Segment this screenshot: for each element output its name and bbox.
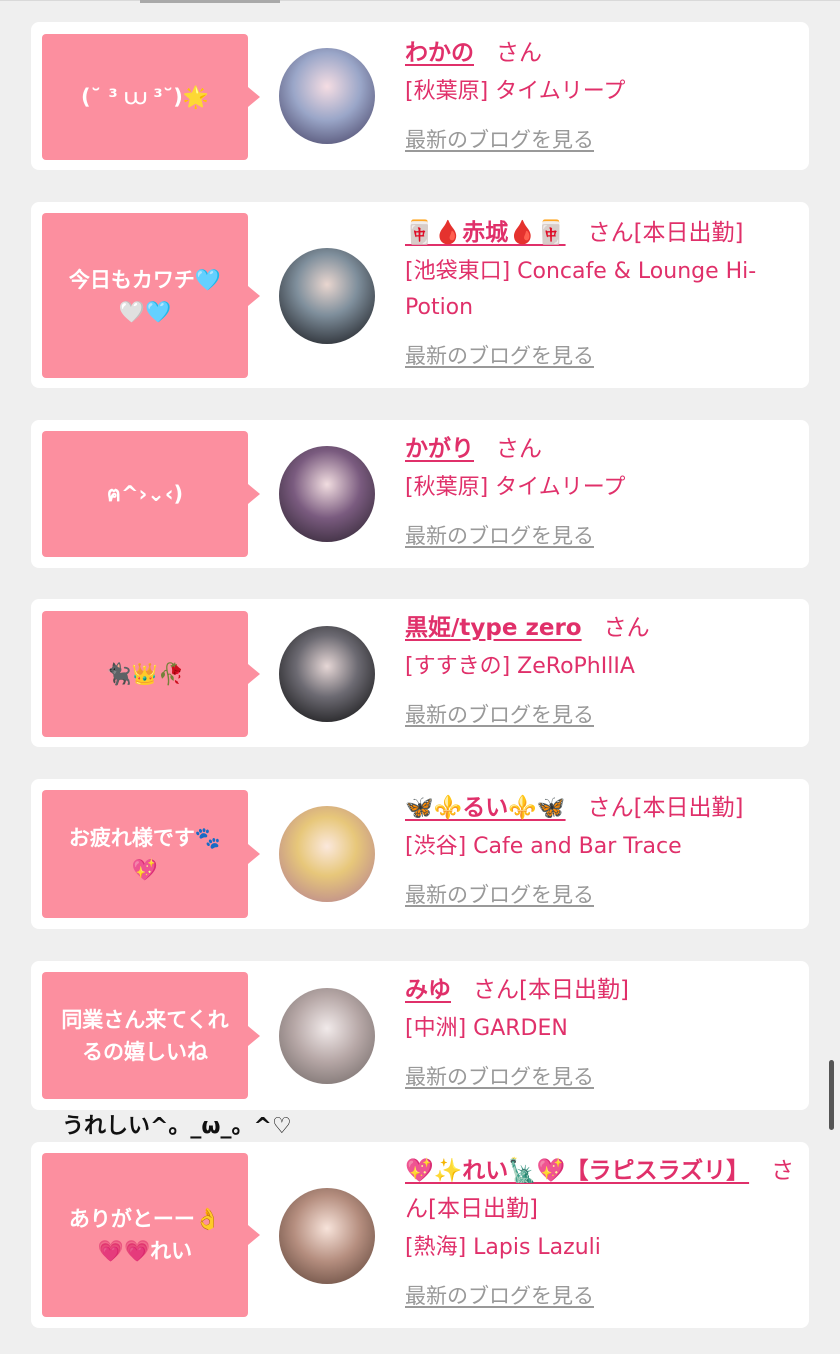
bubble-text-line1: 🐈‍⬛👑🥀 — [105, 662, 185, 686]
shop-label: [中洲] GARDEN — [405, 1016, 568, 1041]
bubble-text-line1: ありがとーー👌 — [68, 1207, 222, 1231]
honorific: さん — [603, 615, 650, 641]
shift-badge: [本日出勤] — [633, 220, 744, 246]
message-bubble: 🐈‍⬛👑🥀 — [42, 611, 260, 737]
shift-badge: [本日出勤] — [519, 977, 629, 1003]
latest-blog-link[interactable]: 最新のブログを見る — [405, 520, 594, 550]
message-card: ありがとーー👌 💗💗れい 💖✨れい🗽💖【ラピスラズリ】 さん[本日出勤] [熱海] … — [31, 1142, 809, 1328]
top-divider — [0, 0, 840, 1]
avatar[interactable] — [279, 1188, 375, 1284]
bubble-text-line2: るの嬉しいね — [82, 1039, 208, 1064]
latest-blog-link[interactable]: 最新のブログを見る — [405, 340, 594, 370]
latest-blog-link[interactable]: 最新のブログを見る — [405, 124, 594, 154]
honorific: さん — [496, 40, 542, 66]
bubble-text-line1: お疲れ様です🐾 — [68, 826, 222, 850]
message-card: ฅ^›⌄‹) かがり さん [秋葉原] タイムリープ 最新のブログを見る — [31, 420, 809, 568]
cast-name-link[interactable]: かがり — [405, 436, 474, 462]
bubble-text-line1: 今日もカワチ🩵 — [68, 267, 222, 292]
cast-name-link[interactable]: みゆ — [405, 977, 451, 1003]
shop-label: [すすきの] ZeRoPhIlIA — [405, 654, 635, 679]
honorific: さん — [473, 977, 519, 1003]
bubble-text-line2: 💖 — [131, 858, 159, 882]
message-card: 🐈‍⬛👑🥀 黒姫/type zero さん [すすきの] ZeRoPhIlIA 最… — [31, 599, 809, 747]
message-bubble: 同業さん来てくれ るの嬉しいね — [42, 972, 260, 1099]
shift-badge: [本日出勤] — [633, 795, 744, 821]
shop-label: [秋葉原] タイムリープ — [405, 79, 626, 104]
avatar[interactable] — [279, 988, 375, 1084]
message-bubble: お疲れ様です🐾 💖 — [42, 790, 260, 918]
message-bubble: ฅ^›⌄‹) — [42, 431, 260, 557]
cast-name-link[interactable]: 🦋⚜️るい⚜️🦋 — [405, 795, 566, 821]
free-text-note: うれしい^。_ω_。^♡ — [62, 1114, 292, 1139]
cast-name-link[interactable]: 黒姫/type zero — [405, 615, 582, 641]
bubble-text-line1: 同業さん来てくれ — [61, 1007, 229, 1032]
cast-name-link[interactable]: わかの — [405, 40, 474, 66]
scrollbar[interactable] — [829, 1060, 834, 1130]
honorific: さん — [587, 795, 634, 821]
shop-label: [池袋東口] Concafe & Lounge Hi-Potion — [405, 259, 757, 320]
message-card: 同業さん来てくれ るの嬉しいね みゆ さん[本日出勤] [中洲] GARDEN 最新… — [31, 961, 809, 1110]
honorific: さん — [496, 436, 542, 462]
message-bubble: (˘ ³ ⩊ ³˘)🌟 — [42, 34, 260, 160]
shift-badge: [本日出勤] — [428, 1196, 538, 1222]
message-card: 今日もカワチ🩵 🤍🩵 🀄🩸赤城🩸🀄 さん[本日出勤] [池袋東口] Concafe … — [31, 202, 809, 388]
latest-blog-link[interactable]: 最新のブログを見る — [405, 1280, 594, 1310]
latest-blog-link[interactable]: 最新のブログを見る — [405, 879, 594, 909]
avatar[interactable] — [279, 248, 375, 344]
message-card: お疲れ様です🐾 💖 🦋⚜️るい⚜️🦋 さん[本日出勤] [渋谷] Cafe and … — [31, 779, 809, 929]
bubble-text-line2: 🤍🩵 — [118, 299, 172, 324]
shop-label: [秋葉原] タイムリープ — [405, 475, 626, 500]
message-bubble: 今日もカワチ🩵 🤍🩵 — [42, 213, 260, 378]
bubble-text-line2: 💗💗れい — [97, 1239, 193, 1263]
avatar[interactable] — [279, 806, 375, 902]
avatar[interactable] — [279, 626, 375, 722]
cast-name-link[interactable]: 💖✨れい🗽💖【ラピスラズリ】 — [405, 1158, 749, 1184]
latest-blog-link[interactable]: 最新のブログを見る — [405, 699, 594, 729]
bubble-text-line1: ฅ^›⌄‹) — [106, 482, 184, 506]
tab-indicator — [140, 0, 280, 3]
cast-name-link[interactable]: 🀄🩸赤城🩸🀄 — [405, 220, 566, 246]
avatar[interactable] — [279, 48, 375, 144]
avatar[interactable] — [279, 446, 375, 542]
latest-blog-link[interactable]: 最新のブログを見る — [405, 1061, 594, 1091]
message-bubble: ありがとーー👌 💗💗れい — [42, 1153, 260, 1317]
message-card: (˘ ³ ⩊ ³˘)🌟 わかの さん [秋葉原] タイムリープ 最新のブログを見る — [31, 22, 809, 170]
bubble-text-line1: (˘ ³ ⩊ ³˘)🌟 — [81, 85, 209, 109]
honorific: さん — [587, 220, 634, 246]
shop-label: [熱海] Lapis Lazuli — [405, 1235, 601, 1260]
shop-label: [渋谷] Cafe and Bar Trace — [405, 834, 682, 859]
